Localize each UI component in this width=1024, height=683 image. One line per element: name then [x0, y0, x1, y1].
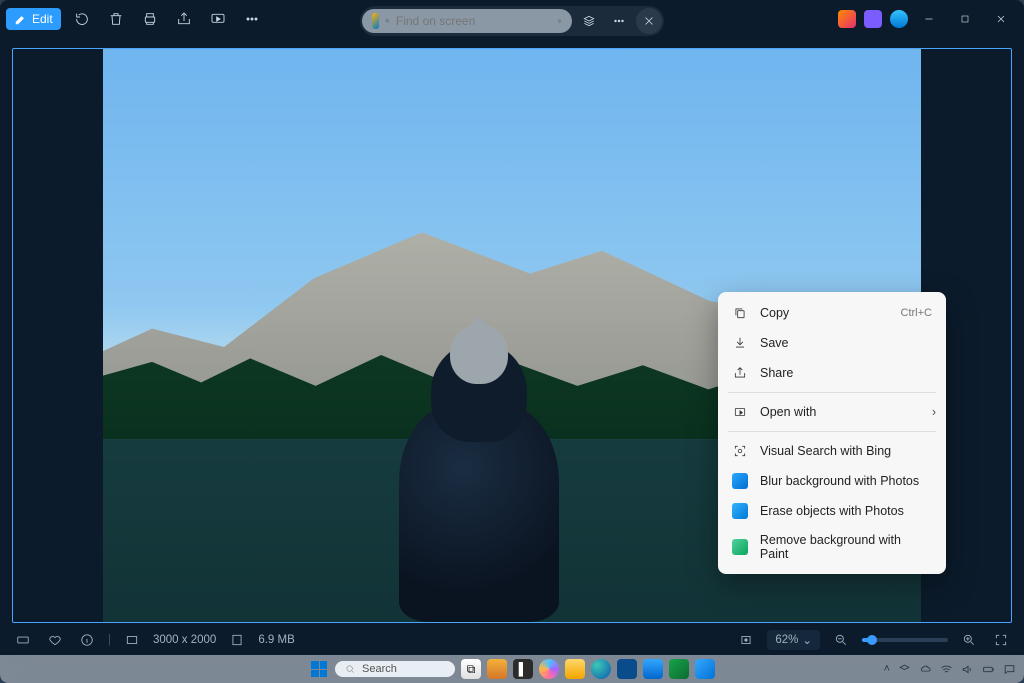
taskbar-search[interactable]: Search — [335, 661, 455, 677]
ctx-visual-search-label: Visual Search with Bing — [760, 444, 891, 458]
search-pill[interactable] — [362, 9, 572, 33]
fullscreen-icon[interactable] — [990, 629, 1012, 651]
task-view-icon[interactable]: ⧉ — [461, 659, 481, 679]
minimize-button[interactable] — [912, 5, 946, 33]
search-capsule — [360, 6, 664, 36]
share-icon[interactable] — [169, 4, 199, 34]
ctx-copy[interactable]: Copy Ctrl+C — [718, 298, 946, 328]
zoom-slider[interactable] — [862, 638, 948, 642]
ctx-share-label: Share — [760, 366, 793, 380]
taskbar-search-label: Search — [362, 663, 397, 675]
ctx-blur-bg-label: Blur background with Photos — [760, 474, 919, 488]
taskbar-pin-1[interactable] — [487, 659, 507, 679]
ctx-separator-1 — [728, 392, 936, 393]
search-input[interactable] — [396, 14, 551, 28]
ctx-open-with-label: Open with — [760, 405, 816, 419]
favorite-icon[interactable] — [44, 629, 66, 651]
context-menu: Copy Ctrl+C Save Share Open with › Visua… — [718, 292, 946, 574]
mic-icon[interactable] — [557, 15, 562, 27]
close-button[interactable] — [984, 5, 1018, 33]
ctx-blur-bg[interactable]: Blur background with Photos — [718, 466, 946, 496]
zoom-value: 62% — [775, 634, 798, 646]
tray-battery-icon[interactable] — [982, 663, 995, 676]
dimensions-icon — [121, 629, 143, 651]
status-bar: | 3000 x 2000 6.9 MB 62% ⌄ — [0, 625, 1024, 655]
taskbar-app-icon-2[interactable] — [669, 659, 689, 679]
tray-notifications-icon[interactable] — [1003, 663, 1016, 676]
rotate-icon[interactable] — [67, 4, 97, 34]
ctx-copy-label: Copy — [760, 306, 789, 320]
app-icon-clipchamp[interactable] — [838, 10, 856, 28]
photos-erase-icon — [732, 503, 748, 519]
zoom-out-icon[interactable] — [830, 629, 852, 651]
search-more-icon[interactable] — [606, 8, 632, 34]
copilot-icon[interactable] — [576, 8, 602, 34]
taskbar-photos-icon[interactable] — [695, 659, 715, 679]
edit-button[interactable]: Edit — [6, 8, 61, 30]
tray-volume-icon[interactable] — [961, 663, 974, 676]
tray-chevron-icon[interactable]: ˄ — [884, 663, 890, 675]
save-icon — [732, 335, 748, 351]
search-icon — [385, 15, 390, 27]
taskbar-pin-2[interactable]: ▌ — [513, 659, 533, 679]
start-button[interactable] — [309, 659, 329, 679]
windows-taskbar: Search ⧉ ▌ ˄ — [0, 655, 1024, 683]
app-icon-onedrive[interactable] — [890, 10, 908, 28]
ctx-copy-shortcut: Ctrl+C — [901, 307, 932, 319]
ctx-open-with[interactable]: Open with › — [718, 397, 946, 427]
zoom-in-icon[interactable] — [958, 629, 980, 651]
ctx-erase-obj[interactable]: Erase objects with Photos — [718, 496, 946, 526]
photos-app-window: Edit — [0, 0, 1024, 683]
ctx-separator-2 — [728, 431, 936, 432]
open-with-icon — [732, 404, 748, 420]
taskbar-store-icon[interactable] — [617, 659, 637, 679]
taskbar-copilot-icon[interactable] — [539, 659, 559, 679]
ctx-remove-bg[interactable]: Remove background with Paint — [718, 526, 946, 568]
tray-onedrive-icon[interactable] — [919, 663, 932, 676]
copy-icon — [732, 305, 748, 321]
paint-remove-bg-icon — [732, 539, 748, 555]
visual-search-icon — [732, 443, 748, 459]
status-dimensions: 3000 x 2000 — [153, 634, 216, 646]
edit-button-label: Edit — [32, 12, 53, 26]
photos-blur-icon — [732, 473, 748, 489]
print-icon[interactable] — [135, 4, 165, 34]
tray-icon-1[interactable] — [898, 663, 911, 676]
delete-icon[interactable] — [101, 4, 131, 34]
taskbar-app-icon-1[interactable] — [643, 659, 663, 679]
ctx-visual-search[interactable]: Visual Search with Bing — [718, 436, 946, 466]
more-icon[interactable] — [237, 4, 267, 34]
search-close-icon[interactable] — [636, 8, 662, 34]
filesize-icon — [226, 629, 248, 651]
info-icon[interactable] — [76, 629, 98, 651]
tray-wifi-icon[interactable] — [940, 663, 953, 676]
ctx-save[interactable]: Save — [718, 328, 946, 358]
status-filesize: 6.9 MB — [258, 634, 294, 646]
taskbar-explorer-icon[interactable] — [565, 659, 585, 679]
ctx-remove-bg-label: Remove background with Paint — [760, 533, 932, 561]
taskbar-edge-icon[interactable] — [591, 659, 611, 679]
chevron-right-icon: › — [932, 405, 936, 419]
snipping-tool-icon — [372, 13, 379, 29]
fit-to-window-icon[interactable] — [735, 629, 757, 651]
slideshow-icon[interactable] — [203, 4, 233, 34]
titlebar: Edit — [0, 0, 1024, 38]
maximize-button[interactable] — [948, 5, 982, 33]
ctx-erase-obj-label: Erase objects with Photos — [760, 504, 904, 518]
filmstrip-toggle-icon[interactable] — [12, 629, 34, 651]
share-menu-icon — [732, 365, 748, 381]
chevron-down-icon: ⌄ — [802, 633, 812, 647]
app-icon-designer[interactable] — [864, 10, 882, 28]
taskbar-search-icon — [345, 664, 356, 675]
ctx-share[interactable]: Share — [718, 358, 946, 388]
system-tray[interactable]: ˄ — [884, 663, 1016, 676]
zoom-level[interactable]: 62% ⌄ — [767, 630, 820, 650]
ctx-save-label: Save — [760, 336, 789, 350]
